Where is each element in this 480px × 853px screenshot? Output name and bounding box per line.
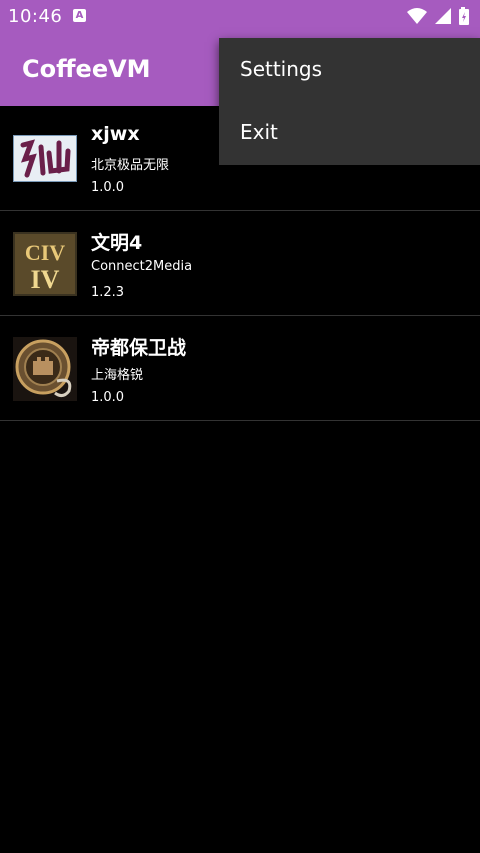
app-name: xjwx xyxy=(91,123,140,145)
app-vendor: 上海格锐 xyxy=(91,368,144,383)
civ-iv-icon: CIV IV xyxy=(13,232,77,296)
app-vendor: 北京极品无限 xyxy=(91,158,170,173)
app-title: CoffeeVM xyxy=(22,55,151,83)
battery-charging-icon xyxy=(459,7,469,25)
menu-item-label: Settings xyxy=(240,57,323,81)
screen: 10:46 A CoffeeVM xjwx 北京极品无限 1.0.0 CIV I… xyxy=(0,0,480,853)
wifi-icon xyxy=(406,8,427,24)
menu-item-exit[interactable]: Exit xyxy=(219,101,480,164)
status-time: 10:46 xyxy=(8,6,63,27)
cell-signal-icon xyxy=(434,8,451,24)
xian-calligraphy-icon xyxy=(13,135,77,182)
overflow-menu: Settings Exit xyxy=(219,38,480,165)
svg-text:CIV: CIV xyxy=(25,240,65,265)
svg-text:IV: IV xyxy=(31,265,60,294)
app-version: 1.0.0 xyxy=(91,390,125,405)
castle-emblem-icon xyxy=(13,337,77,401)
menu-item-settings[interactable]: Settings xyxy=(219,38,480,101)
app-version: 1.2.3 xyxy=(91,285,125,300)
menu-item-label: Exit xyxy=(240,120,278,144)
app-version: 1.0.0 xyxy=(91,180,125,195)
list-item[interactable]: 帝都保卫战 上海格锐 1.0.0 xyxy=(0,316,480,421)
app-vendor: Connect2Media xyxy=(91,259,193,274)
app-name: 文明4 xyxy=(91,232,143,254)
status-bar: 10:46 A xyxy=(0,0,480,33)
status-icons xyxy=(406,6,472,26)
font-download-icon: A xyxy=(73,9,86,22)
list-item[interactable]: CIV IV 文明4 Connect2Media 1.2.3 xyxy=(0,211,480,316)
app-name: 帝都保卫战 xyxy=(91,337,187,359)
